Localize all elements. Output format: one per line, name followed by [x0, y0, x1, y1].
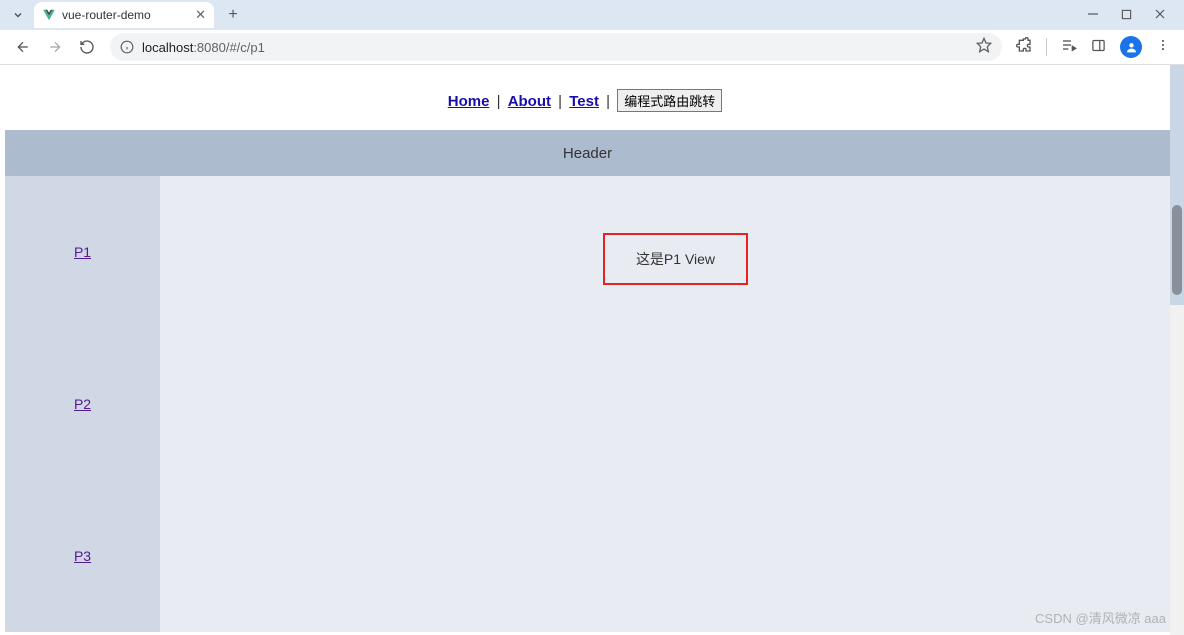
toolbar-separator — [1046, 38, 1047, 56]
playlist-icon — [1061, 37, 1077, 53]
nav-separator: | — [602, 93, 614, 110]
maximize-icon — [1121, 9, 1132, 20]
minimize-icon — [1087, 8, 1099, 20]
side-panel-button[interactable] — [1091, 38, 1106, 57]
person-icon — [1125, 41, 1138, 54]
header-title: Header — [563, 145, 612, 162]
info-icon — [120, 40, 134, 54]
address-bar[interactable]: localhost:8080/#/c/p1 — [110, 33, 1002, 61]
star-icon — [976, 37, 992, 53]
maximize-button[interactable] — [1121, 9, 1132, 22]
close-icon — [1154, 8, 1166, 20]
browser-tab[interactable]: vue-router-demo ✕ — [34, 2, 214, 28]
url-text: localhost:8080/#/c/p1 — [142, 40, 265, 55]
sidebar-link-p1[interactable]: P1 — [74, 244, 91, 260]
close-window-button[interactable] — [1154, 8, 1166, 22]
view-text: 这是P1 View — [636, 249, 715, 269]
profile-button[interactable] — [1120, 36, 1142, 58]
url-host: localhost — [142, 40, 193, 55]
nav-test-link[interactable]: Test — [569, 93, 599, 110]
chevron-down-icon — [12, 9, 24, 21]
back-button[interactable] — [8, 32, 38, 62]
side-panel-icon — [1091, 38, 1106, 53]
new-tab-button[interactable]: + — [220, 2, 246, 28]
nav-about-link[interactable]: About — [508, 93, 551, 110]
media-control-button[interactable] — [1061, 37, 1077, 57]
bookmark-star-button[interactable] — [976, 37, 992, 57]
vue-favicon-icon — [42, 8, 56, 22]
puzzle-icon — [1016, 37, 1032, 53]
vertical-dots-icon — [1156, 38, 1170, 52]
arrow-right-icon — [47, 39, 63, 55]
content-wrap: P1 P2 P3 这是P1 View — [5, 176, 1170, 632]
page-viewport: Home | About | Test | 编程式路由跳转 Header P1 … — [0, 65, 1184, 635]
nav-separator: | — [554, 93, 566, 110]
sidebar-link-p3[interactable]: P3 — [74, 548, 91, 564]
minimize-button[interactable] — [1087, 8, 1099, 22]
browser-tab-strip: vue-router-demo ✕ + — [0, 0, 1184, 30]
arrow-left-icon — [15, 39, 31, 55]
main-view: 这是P1 View — [160, 176, 1170, 632]
sidebar-link-p2[interactable]: P2 — [74, 396, 91, 412]
browser-toolbar: localhost:8080/#/c/p1 — [0, 30, 1184, 65]
extensions-button[interactable] — [1016, 37, 1032, 57]
scrollbar-thumb[interactable] — [1172, 205, 1182, 295]
scrollbar-track[interactable] — [1170, 65, 1184, 635]
menu-button[interactable] — [1156, 38, 1170, 56]
url-path: :8080/#/c/p1 — [193, 40, 265, 55]
sidebar-item-p3: P3 — [5, 480, 160, 632]
tab-search-dropdown[interactable] — [8, 5, 28, 25]
nav-separator: | — [492, 93, 504, 110]
sidebar-item-p1: P1 — [5, 176, 160, 328]
forward-button[interactable] — [40, 32, 70, 62]
sidebar: P1 P2 P3 — [5, 176, 160, 632]
tab-title: vue-router-demo — [62, 8, 151, 22]
view-highlight-box: 这是P1 View — [603, 233, 748, 285]
app-header: Header — [5, 130, 1170, 176]
reload-button[interactable] — [72, 32, 102, 62]
nav-row: Home | About | Test | 编程式路由跳转 — [0, 65, 1170, 130]
programmatic-route-button[interactable]: 编程式路由跳转 — [617, 89, 722, 112]
nav-home-link[interactable]: Home — [448, 93, 490, 110]
close-tab-button[interactable]: ✕ — [195, 7, 206, 23]
sidebar-item-p2: P2 — [5, 328, 160, 480]
reload-icon — [79, 39, 95, 55]
